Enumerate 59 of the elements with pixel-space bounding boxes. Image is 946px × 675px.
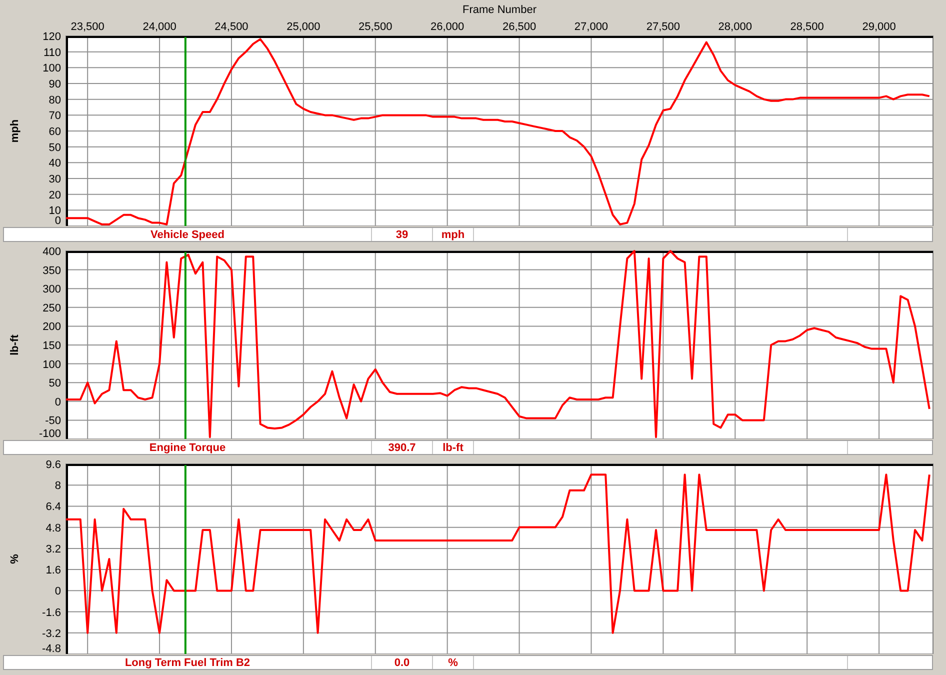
axis-tick-label: 60 — [48, 126, 61, 138]
series-name: Long Term Fuel Trim B2 — [4, 656, 372, 669]
axis-title: Frame Number — [462, 4, 536, 16]
axis-tick-label: 26,000 — [430, 21, 464, 33]
series-name: Vehicle Speed — [4, 228, 372, 241]
axis-tick-label: 24,000 — [142, 21, 176, 33]
axis-tick-label: 25,500 — [358, 21, 392, 33]
axis-tick-label: 26,500 — [502, 21, 536, 33]
axis-tick-label: 4.8 — [46, 522, 61, 534]
axis-tick-label: 250 — [42, 302, 61, 314]
axis-tick-label: 23,500 — [70, 21, 104, 33]
axis-tick-label: 50 — [48, 142, 61, 154]
axis-title: lb-ft — [9, 334, 21, 356]
axis-tick-label: 20 — [48, 189, 61, 202]
current-value: 39 — [372, 228, 433, 241]
axis-tick-label: 350 — [42, 264, 61, 277]
axis-title: % — [9, 554, 21, 564]
axis-tick-label: 50 — [48, 378, 61, 390]
axis-tick-label: 100 — [42, 358, 61, 371]
current-value: 390.7 — [372, 441, 433, 454]
axis-tick-label: 27,000 — [574, 21, 608, 33]
axis-tick-label: -50 — [45, 415, 61, 428]
axis-tick-label: 400 — [42, 246, 61, 258]
axis-tick-label: -4.8 — [42, 643, 61, 654]
axis-tick-label: 8 — [54, 480, 61, 492]
axis-tick-label: 100 — [42, 62, 61, 75]
unit-label: % — [433, 656, 474, 669]
axis-tick-label: 120 — [42, 31, 61, 43]
axis-tick-label: 0 — [54, 215, 61, 226]
axis-tick-label: 150 — [42, 340, 61, 352]
axis-tick-label: -3.2 — [42, 628, 61, 640]
axis-tick-label: 0 — [54, 396, 61, 408]
axis-tick-label: 6.4 — [46, 501, 61, 514]
axis-tick-label: 29,000 — [862, 21, 896, 33]
axis-tick-label: 10 — [48, 205, 61, 218]
axis-tick-label: 80 — [48, 94, 61, 106]
axis-tick-label: -1.6 — [42, 606, 61, 619]
axis-tick-label: 27,500 — [646, 21, 680, 33]
axis-tick-label: 110 — [43, 46, 61, 59]
axis-tick-label: 28,000 — [718, 21, 752, 33]
unit-label: mph — [433, 228, 474, 241]
axis-tick-label: 9.6 — [46, 459, 61, 471]
axis-tick-label: 0 — [54, 586, 61, 598]
axis-tick-label: -100 — [38, 428, 61, 439]
series-name: Engine Torque — [4, 441, 372, 454]
axis-tick-label: 200 — [42, 321, 61, 334]
current-value: 0.0 — [372, 656, 433, 669]
axis-tick-label: 40 — [48, 158, 61, 170]
unit-label: lb-ft — [433, 441, 474, 454]
axis-tick-label: 28,500 — [790, 21, 824, 33]
axis-tick-label: 3.2 — [46, 543, 61, 556]
axis-tick-label: 24,500 — [214, 21, 248, 33]
axis-title: mph — [9, 119, 21, 143]
axis-tick-label: 90 — [48, 78, 61, 90]
axis-tick-label: 300 — [42, 284, 61, 296]
axis-tick-label: 30 — [48, 174, 61, 186]
axis-tick-label: 25,000 — [286, 21, 320, 33]
axis-tick-label: 1.6 — [46, 564, 61, 577]
axis-tick-label: 70 — [48, 110, 61, 122]
